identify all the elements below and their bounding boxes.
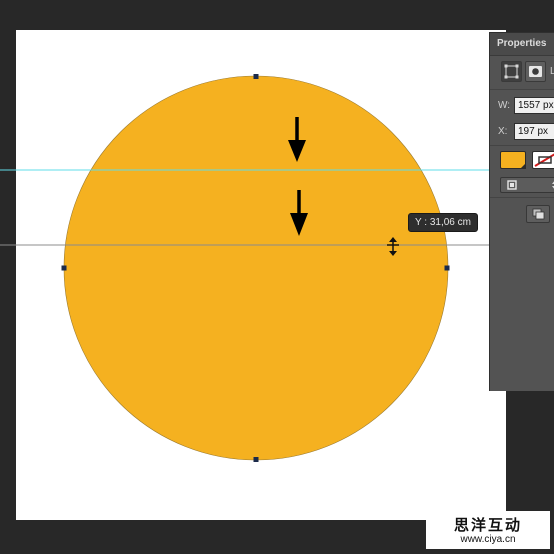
watermark: 思洋互动 www.ciya.cn: [426, 511, 550, 549]
width-label: W:: [498, 100, 511, 111]
position-tooltip: Y : 31,06 cm: [408, 213, 478, 232]
ellipse-shape[interactable]: [63, 75, 449, 461]
anchor-right[interactable]: [444, 265, 450, 271]
live-shape-button[interactable]: [501, 61, 522, 82]
width-field[interactable]: 1557 px: [514, 97, 554, 114]
swatch-corner-arrow-icon: [520, 163, 526, 169]
tab-divider: [490, 55, 554, 56]
anchor-left[interactable]: [61, 265, 67, 271]
anchor-top[interactable]: [253, 74, 259, 79]
properties-panel: Properties L W: 1557 px X: 197 px: [489, 32, 554, 391]
mask-icon: [529, 66, 542, 77]
anchor-bottom[interactable]: [253, 457, 259, 462]
align-icon: [532, 208, 545, 220]
stroke-align-dropdown[interactable]: [500, 177, 554, 193]
watermark-url: www.ciya.cn: [460, 534, 516, 545]
stroke-color-swatch[interactable]: [532, 151, 554, 169]
canvas-overlay: [0, 74, 489, 462]
x-label: X:: [498, 126, 508, 137]
watermark-title: 思洋互动: [453, 517, 522, 534]
panel-divider: [490, 89, 554, 90]
transform-icon: [504, 64, 519, 79]
align-button[interactable]: [526, 205, 550, 223]
panel-label-clipped: L: [550, 66, 554, 77]
mask-button[interactable]: [525, 61, 546, 82]
x-field[interactable]: 197 px: [514, 123, 554, 140]
panel-divider: [490, 197, 554, 198]
panel-divider: [490, 145, 554, 146]
stroke-align-icon: [507, 180, 517, 190]
tab-properties[interactable]: Properties: [490, 33, 554, 56]
no-stroke-icon: [534, 153, 554, 167]
